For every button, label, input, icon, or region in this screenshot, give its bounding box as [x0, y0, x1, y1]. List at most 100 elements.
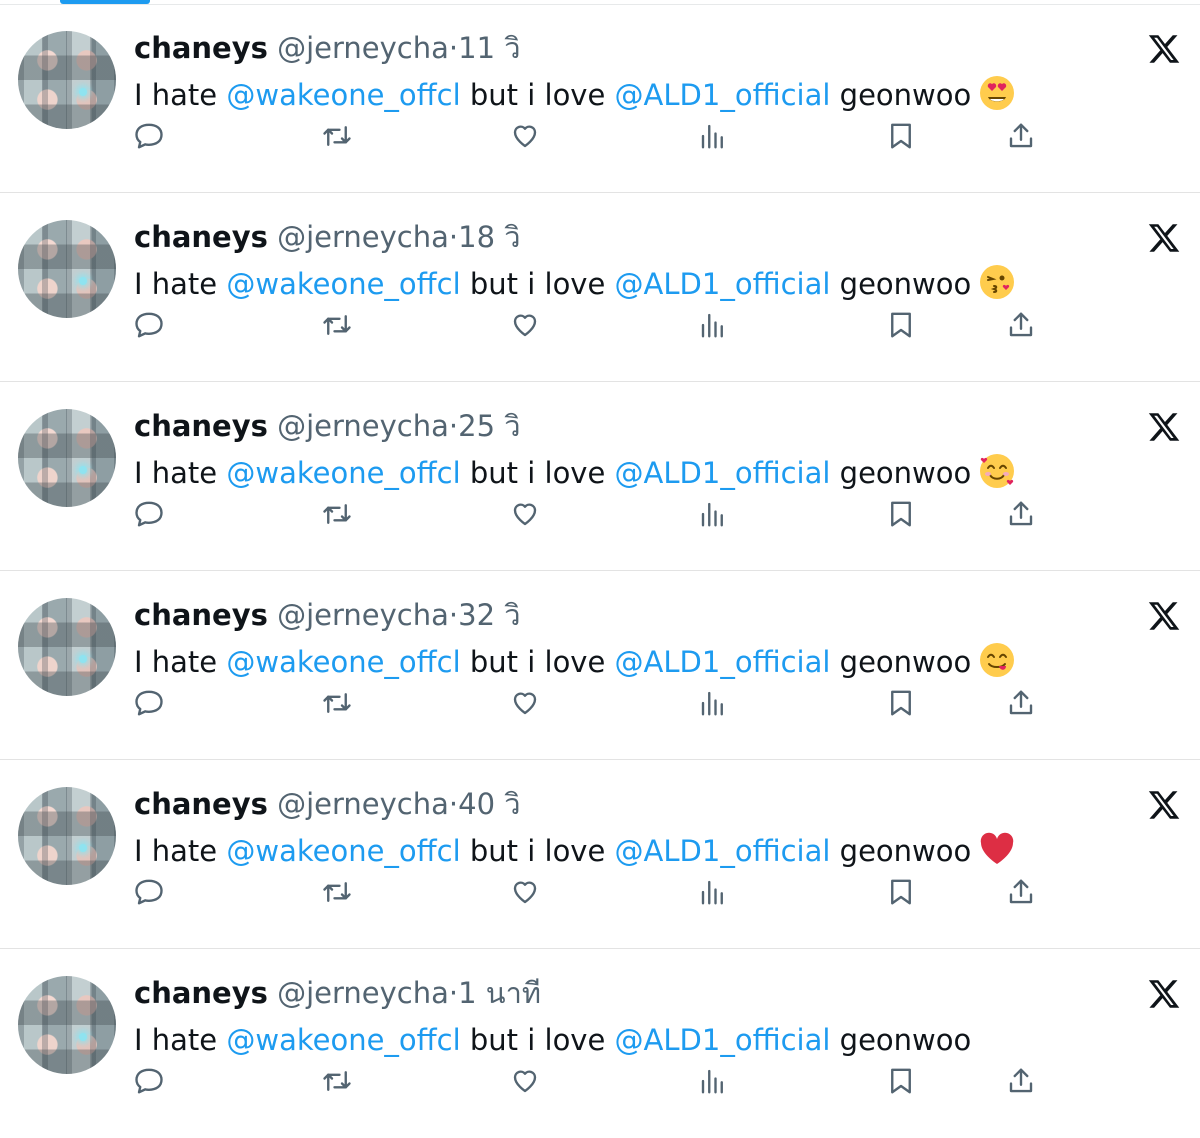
mention-link[interactable]: @ALD1_official [615, 1023, 831, 1057]
avatar[interactable] [18, 976, 116, 1074]
retweet-button[interactable] [317, 494, 357, 534]
retweet-button[interactable] [317, 305, 357, 345]
text-segment: geonwoo [830, 456, 972, 490]
tweet[interactable]: chaneys @jerneycha·40 วิ I hate @wakeone… [0, 760, 1200, 949]
like-button[interactable] [505, 116, 545, 156]
x-logo-icon[interactable] [1147, 32, 1181, 66]
tweet[interactable]: chaneys @jerneycha·32 วิ I hate @wakeone… [0, 571, 1200, 760]
timestamp[interactable]: 11 วิ [458, 31, 520, 65]
share-icon [1009, 501, 1033, 526]
bookmark-icon [891, 501, 911, 527]
timestamp[interactable]: 18 วิ [458, 220, 520, 254]
share-button[interactable] [1001, 305, 1041, 345]
views-button[interactable] [693, 116, 733, 156]
share-button[interactable] [1001, 494, 1041, 534]
x-logo-icon[interactable] [1147, 410, 1181, 444]
bookmark-button[interactable] [881, 872, 921, 912]
tweet[interactable]: chaneys @jerneycha·18 วิ I hate @wakeone… [0, 193, 1200, 382]
mention-link[interactable]: @wakeone_offcl [226, 1023, 460, 1057]
user-handle[interactable]: @jerneycha [277, 598, 449, 632]
text-segment: I hate [134, 456, 227, 490]
reply-button[interactable] [129, 305, 169, 345]
retweet-button[interactable] [317, 1061, 357, 1101]
timestamp[interactable]: 32 วิ [458, 598, 520, 632]
avatar[interactable] [18, 787, 116, 885]
views-icon [701, 691, 723, 716]
avatar[interactable] [18, 31, 116, 129]
reply-button[interactable] [129, 872, 169, 912]
views-button[interactable] [693, 872, 733, 912]
retweet-button[interactable] [317, 116, 357, 156]
display-name[interactable]: chaneys [134, 976, 268, 1010]
like-button[interactable] [505, 683, 545, 723]
like-button[interactable] [505, 872, 545, 912]
mention-link[interactable]: @ALD1_official [615, 456, 831, 490]
views-button[interactable] [693, 683, 733, 723]
smiling-hearts-emoji [980, 454, 1015, 488]
text-segment: geonwoo [830, 645, 972, 679]
display-name[interactable]: chaneys [134, 409, 268, 443]
mention-link[interactable]: @wakeone_offcl [226, 645, 460, 679]
share-button[interactable] [1001, 1061, 1041, 1101]
retweet-button[interactable] [317, 683, 357, 723]
like-button[interactable] [505, 494, 545, 534]
x-logo-icon[interactable] [1147, 221, 1181, 255]
x-logo-icon[interactable] [1147, 788, 1181, 822]
retweet-button[interactable] [317, 872, 357, 912]
avatar[interactable] [18, 220, 116, 318]
reply-button[interactable] [129, 683, 169, 723]
tweet-header: chaneys @jerneycha·11 วิ [134, 28, 521, 68]
tweet[interactable]: chaneys @jerneycha·1 นาที I hate @wakeon… [0, 949, 1200, 1138]
reply-icon [135, 501, 163, 527]
mention-link[interactable]: @ALD1_official [615, 267, 831, 301]
mention-link[interactable]: @wakeone_offcl [226, 456, 460, 490]
like-icon [513, 503, 537, 526]
user-handle[interactable]: @jerneycha [277, 409, 449, 443]
views-button[interactable] [693, 494, 733, 534]
avatar[interactable] [18, 409, 116, 507]
mention-link[interactable]: @ALD1_official [615, 645, 831, 679]
user-handle[interactable]: @jerneycha [277, 31, 449, 65]
display-name[interactable]: chaneys [134, 31, 268, 65]
like-icon [513, 125, 537, 148]
share-button[interactable] [1001, 116, 1041, 156]
mention-link[interactable]: @wakeone_offcl [226, 78, 460, 112]
like-button[interactable] [505, 305, 545, 345]
mention-link[interactable]: @ALD1_official [615, 834, 831, 868]
bookmark-button[interactable] [881, 494, 921, 534]
bookmark-button[interactable] [881, 305, 921, 345]
mention-link[interactable]: @ALD1_official [615, 78, 831, 112]
views-button[interactable] [693, 1061, 733, 1101]
user-handle[interactable]: @jerneycha [277, 220, 449, 254]
retweet-icon [323, 504, 351, 524]
text-segment: but i love [460, 1023, 615, 1057]
display-name[interactable]: chaneys [134, 598, 268, 632]
avatar[interactable] [18, 598, 116, 696]
share-button[interactable] [1001, 683, 1041, 723]
tweet[interactable]: chaneys @jerneycha·25 วิ I hate @wakeone… [0, 382, 1200, 571]
user-handle[interactable]: @jerneycha [277, 787, 449, 821]
reply-button[interactable] [129, 1061, 169, 1101]
timestamp[interactable]: 25 วิ [458, 409, 520, 443]
reply-button[interactable] [129, 116, 169, 156]
user-handle[interactable]: @jerneycha [277, 976, 449, 1010]
display-name[interactable]: chaneys [134, 787, 268, 821]
x-logo-icon[interactable] [1147, 977, 1181, 1011]
views-button[interactable] [693, 305, 733, 345]
tweet[interactable]: chaneys @jerneycha·11 วิ I hate @wakeone… [0, 4, 1200, 193]
reply-button[interactable] [129, 494, 169, 534]
tweet-header: chaneys @jerneycha·1 นาที [134, 973, 541, 1013]
mention-link[interactable]: @wakeone_offcl [226, 834, 460, 868]
mention-link[interactable]: @wakeone_offcl [226, 267, 460, 301]
bookmark-button[interactable] [881, 1061, 921, 1101]
share-button[interactable] [1001, 872, 1041, 912]
reply-icon [135, 690, 163, 716]
like-button[interactable] [505, 1061, 545, 1101]
timestamp[interactable]: 1 นาที [458, 976, 541, 1010]
text-segment: but i love [460, 645, 615, 679]
display-name[interactable]: chaneys [134, 220, 268, 254]
bookmark-button[interactable] [881, 683, 921, 723]
x-logo-icon[interactable] [1147, 599, 1181, 633]
bookmark-button[interactable] [881, 116, 921, 156]
timestamp[interactable]: 40 วิ [458, 787, 520, 821]
